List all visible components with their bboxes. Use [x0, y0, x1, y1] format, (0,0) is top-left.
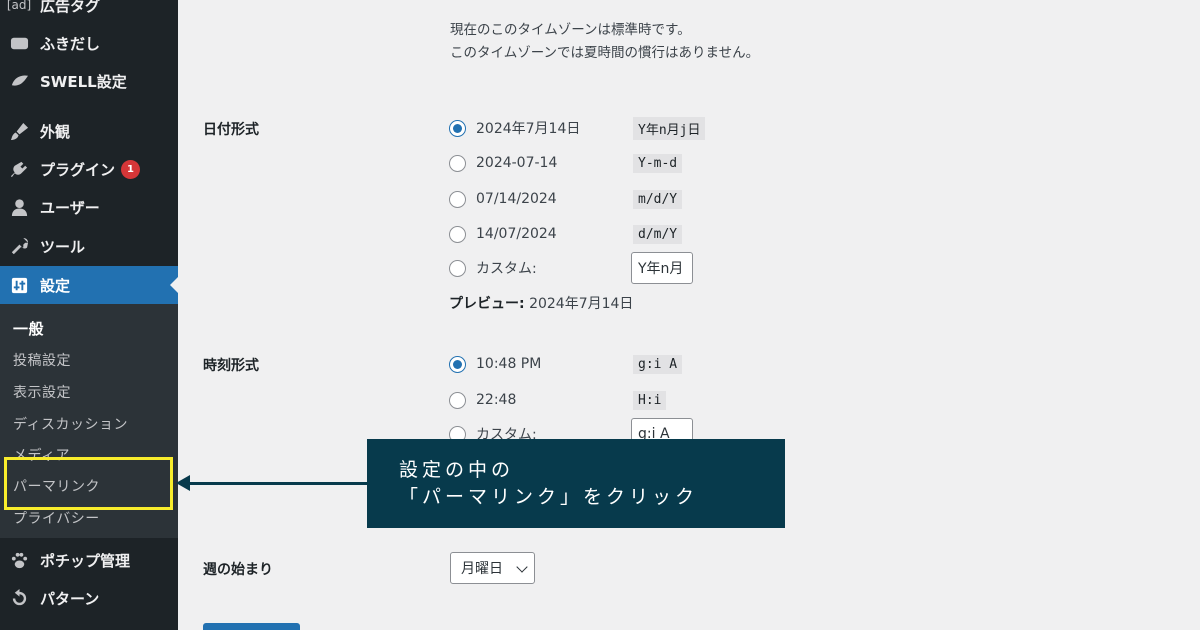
paintbrush-icon [8, 120, 30, 142]
sidebar-item-label: 外観 [40, 122, 71, 141]
format-code: m/d/Y [633, 189, 683, 209]
sidebar-item-users[interactable]: ユーザー [0, 188, 178, 226]
settings-sliders-icon [8, 274, 30, 296]
date-format-option[interactable]: 14/07/2024 d/m/Y [449, 222, 683, 246]
sidebar-item-label: ふきだし [40, 34, 101, 53]
radio-button[interactable] [449, 225, 466, 243]
instruction-callout: 設定の中の 「パーマリンク」をクリック [367, 439, 785, 528]
sidebar-item-fukidashi[interactable]: ふきだし [0, 24, 178, 62]
sidebar-item-pochipp[interactable]: ポチップ管理 [0, 541, 178, 579]
sidebar-item-appearance[interactable]: 外観 [0, 112, 178, 150]
plugin-icon [8, 158, 30, 180]
sidebar-item-label: パターン [40, 589, 100, 608]
date-preview: プレビュー: 2024年7月14日 [449, 296, 634, 312]
format-code: d/m/Y [633, 224, 683, 244]
paw-icon [8, 549, 30, 571]
radio-button[interactable] [449, 119, 466, 137]
settings-content: 現在のこのタイムゾーンは標準時です。 このタイムゾーンでは夏時間の慣行はありませ… [178, 0, 1200, 630]
sidebar-item-label: 設定 [40, 276, 71, 295]
submenu-item-general[interactable]: 一般 [13, 318, 44, 339]
sidebar-item-settings[interactable]: 設定 [0, 266, 178, 304]
submenu-item-reading[interactable]: 表示設定 [13, 382, 71, 402]
ad-tag-icon: [ad] [6, 0, 32, 12]
format-code: Y-m-d [633, 153, 683, 173]
callout-arrow-head [176, 475, 190, 491]
swell-leaf-icon [8, 70, 30, 92]
format-code: Y年n月j日 [633, 116, 706, 140]
chevron-down-icon [516, 561, 528, 573]
radio-button[interactable] [449, 355, 466, 373]
sidebar-item-label: プラグイン [40, 160, 116, 179]
radio-button[interactable] [449, 259, 466, 277]
timezone-note-dst: このタイムゾーンでは夏時間の慣行はありません。 [450, 45, 760, 61]
time-format-label: 時刻形式 [203, 358, 259, 374]
radio-button[interactable] [449, 190, 466, 208]
save-changes-button[interactable] [203, 623, 300, 630]
callout-line-1: 設定の中の [399, 459, 515, 481]
sidebar-item-swell[interactable]: SWELL設定 [0, 62, 178, 100]
sidebar-item-patterns[interactable]: パターン [0, 579, 178, 617]
sidebar-item-ad-tag[interactable]: [ad] 広告タグ [0, 0, 178, 24]
submenu-item-writing[interactable]: 投稿設定 [13, 350, 71, 370]
user-icon [8, 196, 30, 218]
radio-button[interactable] [449, 154, 466, 172]
submenu-item-discussion[interactable]: ディスカッション [13, 414, 128, 434]
callout-arrow-line [186, 482, 367, 485]
format-code: H:i [633, 390, 667, 410]
permalink-highlight-box [4, 457, 173, 510]
week-start-label: 週の始まり [203, 562, 273, 578]
sidebar-item-label: ユーザー [40, 198, 100, 217]
format-code: g:i A [633, 354, 683, 374]
date-format-custom-option[interactable]: カスタム: Y年n月 [449, 252, 693, 284]
radio-button[interactable] [449, 391, 466, 409]
sidebar-item-label: SWELL設定 [40, 72, 127, 91]
wrench-icon [8, 235, 30, 257]
sidebar-item-tools[interactable]: ツール [0, 227, 178, 265]
date-format-option[interactable]: 2024年7月14日 Y年n月j日 [449, 116, 706, 140]
timezone-note: 現在のこのタイムゾーンは標準時です。 [450, 22, 691, 38]
date-format-custom-input[interactable]: Y年n月 [631, 252, 693, 284]
date-format-label: 日付形式 [203, 122, 259, 138]
date-format-option[interactable]: 2024-07-14 Y-m-d [449, 151, 683, 175]
time-format-option[interactable]: 22:48 H:i [449, 388, 667, 412]
update-count-badge: 1 [121, 159, 141, 179]
callout-line-2: 「パーマリンク」をクリック [399, 486, 699, 508]
sidebar-item-label: ツール [40, 237, 86, 256]
refresh-icon [8, 587, 30, 609]
week-start-select[interactable]: 月曜日 [450, 552, 535, 584]
admin-sidebar: [ad] 広告タグ ふきだし SWELL設定 外観 プラグイン 1 ユーザー ツ… [0, 0, 178, 630]
speech-bubble-icon [8, 32, 30, 54]
sidebar-item-label: 広告タグ [40, 0, 101, 15]
submenu-item-privacy[interactable]: プライバシー [13, 508, 100, 528]
active-indicator [170, 277, 178, 293]
sidebar-item-plugins[interactable]: プラグイン 1 [0, 150, 178, 188]
time-format-option[interactable]: 10:48 PM g:i A [449, 352, 683, 376]
date-format-option[interactable]: 07/14/2024 m/d/Y [449, 187, 683, 211]
sidebar-item-label: ポチップ管理 [40, 551, 131, 570]
